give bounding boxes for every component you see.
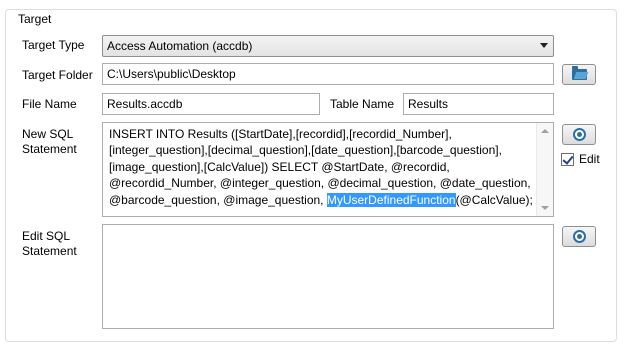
new-sql-scrollbar[interactable] <box>536 123 553 216</box>
eye-icon <box>573 128 586 141</box>
scroll-up-icon[interactable] <box>541 129 549 133</box>
file-name-label: File Name <box>22 97 77 111</box>
sql-text-after: (@CalcValue); <box>455 192 533 207</box>
edit-sql-label-line1: Edit SQL <box>22 229 71 243</box>
target-folder-field[interactable]: C:\Users\public\Desktop <box>102 63 554 85</box>
eye-icon <box>573 230 586 243</box>
checkmark-icon <box>562 153 574 165</box>
browse-folder-button[interactable] <box>562 64 596 85</box>
table-name-field[interactable]: Results <box>403 93 554 115</box>
target-type-value: Access Automation (accdb) <box>107 39 253 53</box>
dropdown-arrow-icon <box>540 43 548 48</box>
sql-selected-text: MyUserDefinedFunction <box>326 192 456 207</box>
new-sql-textarea[interactable]: INSERT INTO Results ([StartDate],[record… <box>102 122 554 217</box>
group-title: Target <box>15 12 55 26</box>
table-name-label: Table Name <box>330 97 395 111</box>
target-type-dropdown[interactable]: Access Automation (accdb) <box>102 35 554 57</box>
edit-sql-textarea[interactable] <box>102 224 554 329</box>
scroll-down-icon[interactable] <box>541 206 549 210</box>
view-new-sql-button[interactable] <box>562 124 596 145</box>
target-type-label: Target Type <box>22 38 85 52</box>
edit-sql-label-line2: Statement <box>22 244 77 258</box>
target-folder-label: Target Folder <box>22 68 93 82</box>
edit-checkbox-label: Edit <box>579 152 600 166</box>
new-sql-label-line1: New SQL <box>22 127 74 141</box>
view-edit-sql-button[interactable] <box>562 226 596 247</box>
new-sql-text: INSERT INTO Results ([StartDate],[record… <box>109 126 533 208</box>
file-name-field[interactable]: Results.accdb <box>102 93 320 115</box>
folder-open-icon <box>572 66 587 80</box>
new-sql-label-line2: Statement <box>22 142 77 156</box>
edit-checkbox[interactable] <box>561 153 574 166</box>
